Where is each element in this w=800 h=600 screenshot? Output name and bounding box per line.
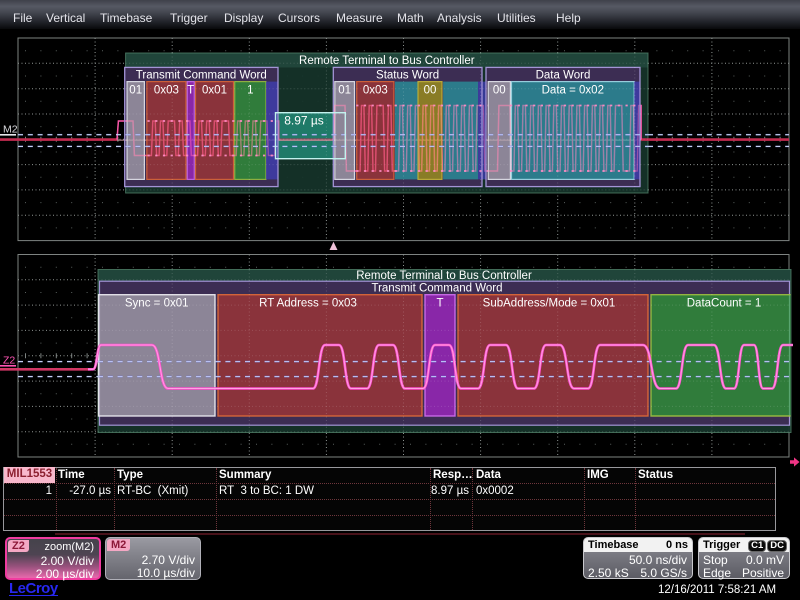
- svg-text:01: 01: [338, 85, 351, 97]
- svg-text:0x03: 0x03: [363, 85, 388, 97]
- svg-text:M2: M2: [3, 124, 18, 136]
- svg-text:Z2: Z2: [3, 355, 15, 367]
- svg-text:Transmit Command Word: Transmit Command Word: [371, 283, 502, 295]
- svg-text:DataCount = 1: DataCount = 1: [687, 298, 761, 310]
- svg-text:00: 00: [424, 85, 437, 97]
- svg-text:Remote Terminal to Bus Control: Remote Terminal to Bus Controller: [356, 270, 532, 282]
- svg-text:RT Address = 0x03: RT Address = 0x03: [259, 298, 357, 310]
- svg-text:Data Word: Data Word: [536, 69, 591, 81]
- svg-text:00: 00: [493, 85, 506, 97]
- svg-text:8.97 µs: 8.97 µs: [284, 114, 324, 128]
- svg-text:0x01: 0x01: [202, 85, 227, 97]
- svg-text:Transmit Command Word: Transmit Command Word: [136, 69, 267, 81]
- svg-text:Remote Terminal to Bus Control: Remote Terminal to Bus Controller: [299, 55, 475, 67]
- svg-text:0x03: 0x03: [154, 85, 179, 97]
- svg-text:SubAddress/Mode = 0x01: SubAddress/Mode = 0x01: [483, 298, 616, 310]
- svg-text:Data = 0x02: Data = 0x02: [542, 85, 604, 97]
- svg-text:1: 1: [247, 85, 253, 97]
- svg-text:Sync = 0x01: Sync = 0x01: [125, 298, 189, 310]
- svg-text:01: 01: [129, 85, 142, 97]
- svg-text:T: T: [436, 298, 443, 310]
- svg-text:Status Word: Status Word: [376, 69, 439, 81]
- svg-text:T: T: [187, 85, 194, 97]
